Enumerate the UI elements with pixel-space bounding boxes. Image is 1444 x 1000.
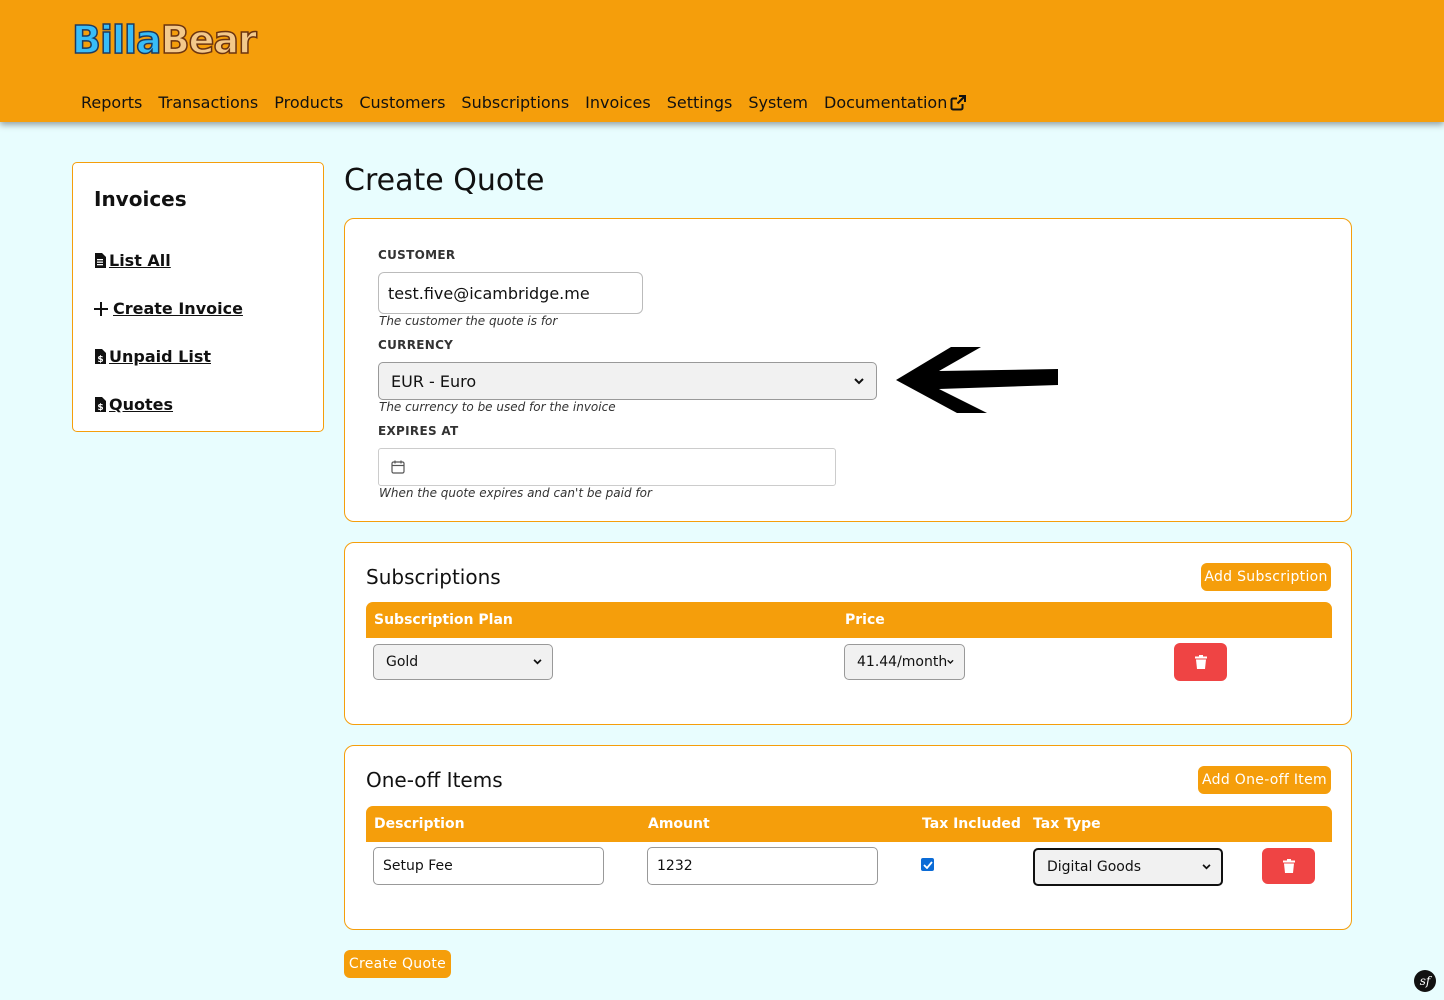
create-quote-button[interactable]: Create Quote [344, 950, 451, 978]
sidebar-title: Invoices [94, 187, 187, 211]
expires-date-input[interactable] [378, 448, 836, 486]
svg-text:$: $ [97, 355, 103, 364]
subscription-price-value: 41.44/month [857, 654, 948, 670]
currency-label: CURRENCY [378, 338, 454, 352]
currency-help: The currency to be used for the invoice [379, 400, 616, 414]
col-description: Description [374, 816, 465, 832]
col-tax-type: Tax Type [1033, 816, 1101, 832]
trash-icon [1194, 655, 1207, 669]
subscriptions-table-header: Subscription Plan Price [366, 602, 1332, 638]
sidebar-item-label: Quotes [109, 395, 174, 414]
add-subscription-button[interactable]: Add Subscription [1201, 563, 1331, 591]
nav-products[interactable]: Products [274, 92, 343, 114]
sidebar-item-label: List All [109, 251, 171, 270]
nav-customers[interactable]: Customers [359, 92, 445, 114]
sidebar-item-label: Create Invoice [113, 299, 243, 318]
trash-icon [1282, 859, 1295, 873]
check-icon [922, 860, 933, 869]
plus-icon [94, 301, 108, 316]
delete-oneoff-item-button[interactable] [1262, 848, 1315, 884]
nav-settings[interactable]: Settings [667, 92, 733, 114]
nav-reports[interactable]: Reports [81, 92, 142, 114]
tax-included-checkbox[interactable] [921, 858, 934, 871]
main-nav: Reports Transactions Products Customers … [81, 92, 982, 114]
subscriptions-title: Subscriptions [366, 565, 501, 589]
oneoff-items-card: One-off Items Add One-off Item Descripti… [344, 745, 1352, 930]
sidebar-item-create-invoice[interactable]: Create Invoice [94, 299, 243, 318]
customer-label: CUSTOMER [378, 248, 456, 262]
delete-subscription-button[interactable] [1174, 643, 1227, 681]
currency-select[interactable]: EUR - Euro [378, 362, 877, 400]
nav-documentation[interactable]: Documentation [824, 92, 967, 114]
col-price: Price [845, 612, 885, 628]
chevron-down-icon [1202, 864, 1211, 870]
sidebar-item-label: Unpaid List [109, 347, 211, 366]
chevron-down-icon [533, 659, 542, 665]
customer-input[interactable]: test.five@icambridge.me [378, 272, 643, 314]
chevron-down-icon [854, 377, 864, 384]
expires-label: EXPIRES AT [378, 424, 459, 438]
subscriptions-card: Subscriptions Add Subscription Subscript… [344, 542, 1352, 725]
sidebar-item-unpaid-list[interactable]: $ Unpaid List [94, 347, 211, 366]
brand-logo[interactable]: BillaBear [71, 17, 258, 63]
subscription-plan-value: Gold [386, 654, 419, 670]
nav-system[interactable]: System [748, 92, 808, 114]
svg-text:$: $ [97, 403, 103, 412]
subscription-plan-select[interactable]: Gold [373, 644, 553, 680]
tax-type-value: Digital Goods [1047, 859, 1142, 875]
nav-subscriptions[interactable]: Subscriptions [461, 92, 569, 114]
brand-logo-part2: Bear [160, 17, 258, 63]
page-title: Create Quote [344, 163, 545, 198]
chevron-down-icon [947, 659, 954, 664]
tax-type-select[interactable]: Digital Goods [1033, 848, 1223, 886]
sidebar-item-quotes[interactable]: $ Quotes [94, 395, 173, 414]
col-subscription-plan: Subscription Plan [374, 612, 513, 628]
file-icon [95, 253, 106, 268]
sidebar-item-list-all[interactable]: List All [94, 251, 171, 270]
nav-documentation-label: Documentation [824, 93, 948, 112]
annotation-arrow-icon [896, 347, 1058, 413]
nav-invoices[interactable]: Invoices [585, 92, 651, 114]
oneoff-amount-input[interactable]: 1232 [647, 847, 878, 885]
col-tax-included: Tax Included [922, 816, 1021, 832]
customer-help: The customer the quote is for [379, 314, 558, 328]
oneoff-title: One-off Items [366, 768, 503, 792]
calendar-icon [391, 460, 405, 474]
add-oneoff-item-button[interactable]: Add One-off Item [1198, 766, 1331, 794]
quote-details-card: CUSTOMER test.five@icambridge.me The cus… [344, 218, 1352, 522]
oneoff-table-header: Description Amount Tax Included Tax Type [366, 806, 1332, 842]
top-header: BillaBear Reports Transactions Products … [0, 0, 1444, 122]
subscription-price-select[interactable]: 41.44/month [844, 644, 965, 680]
expires-help: When the quote expires and can't be paid… [379, 486, 652, 500]
brand-logo-part1: Billa [71, 17, 162, 63]
file-invoice-dollar-icon: $ [95, 397, 106, 412]
file-invoice-dollar-icon: $ [95, 349, 106, 364]
invoices-sidebar: Invoices List All Create Invoice $ Unpai… [72, 162, 324, 432]
oneoff-description-input[interactable]: Setup Fee [373, 847, 604, 885]
external-link-icon [950, 95, 967, 111]
col-amount: Amount [648, 816, 710, 832]
currency-selected-value: EUR - Euro [391, 371, 477, 391]
nav-transactions[interactable]: Transactions [158, 92, 258, 114]
symfony-icon[interactable]: sf [1414, 970, 1436, 992]
